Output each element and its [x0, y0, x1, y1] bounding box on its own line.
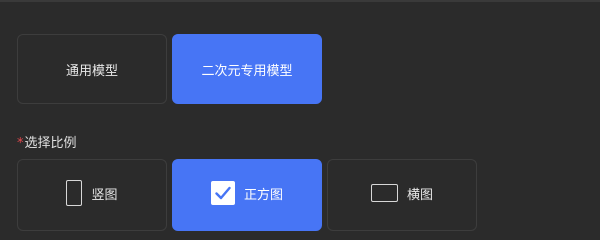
model-option-general[interactable]: 通用模型: [17, 34, 167, 104]
ratio-section-title: 选择比例: [24, 136, 77, 151]
ratio-option-square[interactable]: 正方图: [172, 159, 322, 231]
model-option-anime-label: 二次元专用模型: [201, 63, 293, 79]
ratio-option-portrait[interactable]: 竖图: [17, 159, 167, 231]
landscape-frame-icon: [370, 184, 398, 202]
top-divider: [0, 0, 600, 2]
ratio-option-portrait-label: 竖图: [91, 187, 118, 203]
checkbox-checked-icon: [210, 181, 235, 205]
model-option-general-label: 通用模型: [65, 63, 118, 79]
ratio-option-square-label: 正方图: [243, 187, 283, 203]
model-option-anime[interactable]: 二次元专用模型: [172, 34, 322, 104]
required-asterisk: *: [17, 136, 24, 151]
ratio-option-landscape[interactable]: 横图: [327, 159, 477, 231]
ratio-option-landscape-label: 横图: [406, 187, 433, 203]
ratio-section-label: *选择比例: [17, 136, 77, 152]
portrait-frame-icon: [66, 180, 83, 206]
